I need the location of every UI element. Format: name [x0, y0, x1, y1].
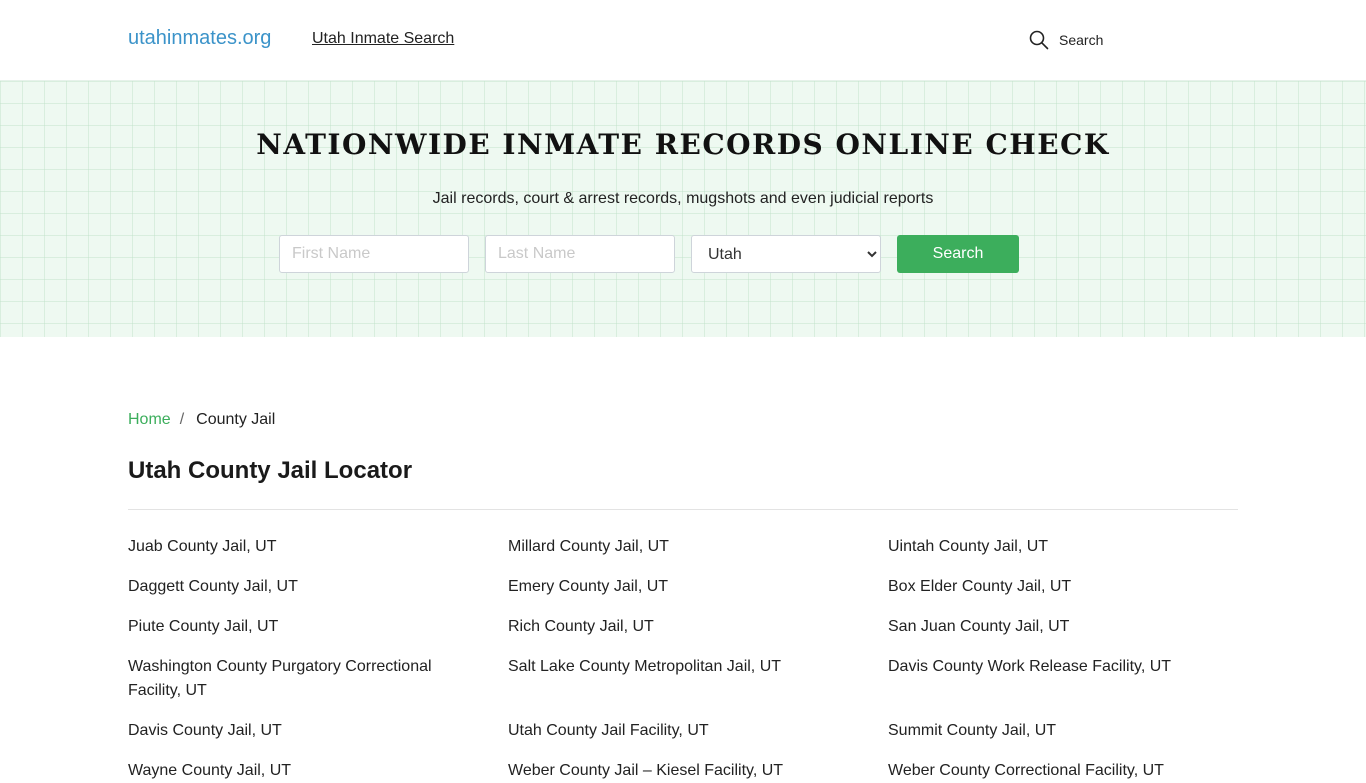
breadcrumb-home[interactable]: Home — [128, 411, 171, 429]
jail-link[interactable]: Rich County Jail, UT — [508, 615, 888, 639]
jail-link[interactable]: Weber County Correctional Facility, UT — [888, 759, 1238, 783]
inmate-search-form: Utah Search — [279, 235, 1019, 273]
jail-link[interactable]: Weber County Jail – Kiesel Facility, UT — [508, 759, 888, 783]
jail-link[interactable]: Washington County Purgatory Correctional… — [128, 655, 508, 703]
jail-link[interactable]: Box Elder County Jail, UT — [888, 575, 1238, 599]
jail-link[interactable]: San Juan County Jail, UT — [888, 615, 1238, 639]
site-header: utahinmates.org Utah Inmate Search Searc… — [0, 0, 1366, 80]
jail-link[interactable]: Millard County Jail, UT — [508, 535, 888, 559]
page-title: Utah County Jail Locator — [128, 457, 413, 484]
first-name-input[interactable] — [279, 235, 469, 273]
state-select[interactable]: Utah — [691, 235, 881, 273]
title-divider — [128, 509, 1238, 510]
breadcrumb: Home / County Jail — [128, 411, 275, 429]
header-search-label: Search — [1059, 32, 1104, 48]
search-icon — [1029, 30, 1049, 50]
search-submit-button[interactable]: Search — [897, 235, 1019, 273]
jail-list: Juab County Jail, UT Millard County Jail… — [128, 535, 1238, 783]
breadcrumb-separator: / — [179, 411, 185, 428]
jail-link[interactable]: Davis County Jail, UT — [128, 719, 508, 743]
jail-link[interactable]: Davis County Work Release Facility, UT — [888, 655, 1238, 703]
jail-link[interactable]: Utah County Jail Facility, UT — [508, 719, 888, 743]
hero-title: NATIONWIDE INMATE RECORDS ONLINE CHECK — [256, 128, 1110, 161]
hero-subtitle: Jail records, court & arrest records, mu… — [432, 190, 934, 207]
jail-link[interactable]: Uintah County Jail, UT — [888, 535, 1238, 559]
hero-section: NATIONWIDE INMATE RECORDS ONLINE CHECK J… — [0, 80, 1366, 337]
site-logo[interactable]: utahinmates.org — [128, 27, 271, 50]
last-name-input[interactable] — [485, 235, 675, 273]
jail-link[interactable]: Piute County Jail, UT — [128, 615, 508, 639]
nav-utah-inmate-search[interactable]: Utah Inmate Search — [312, 30, 454, 48]
jail-link[interactable]: Salt Lake County Metropolitan Jail, UT — [508, 655, 888, 703]
jail-link[interactable]: Emery County Jail, UT — [508, 575, 888, 599]
jail-link[interactable]: Wayne County Jail, UT — [128, 759, 508, 783]
jail-link[interactable]: Summit County Jail, UT — [888, 719, 1238, 743]
breadcrumb-current: County Jail — [196, 411, 276, 428]
jail-link[interactable]: Juab County Jail, UT — [128, 535, 508, 559]
header-search-button[interactable]: Search — [1029, 28, 1103, 52]
jail-link[interactable]: Daggett County Jail, UT — [128, 575, 508, 599]
